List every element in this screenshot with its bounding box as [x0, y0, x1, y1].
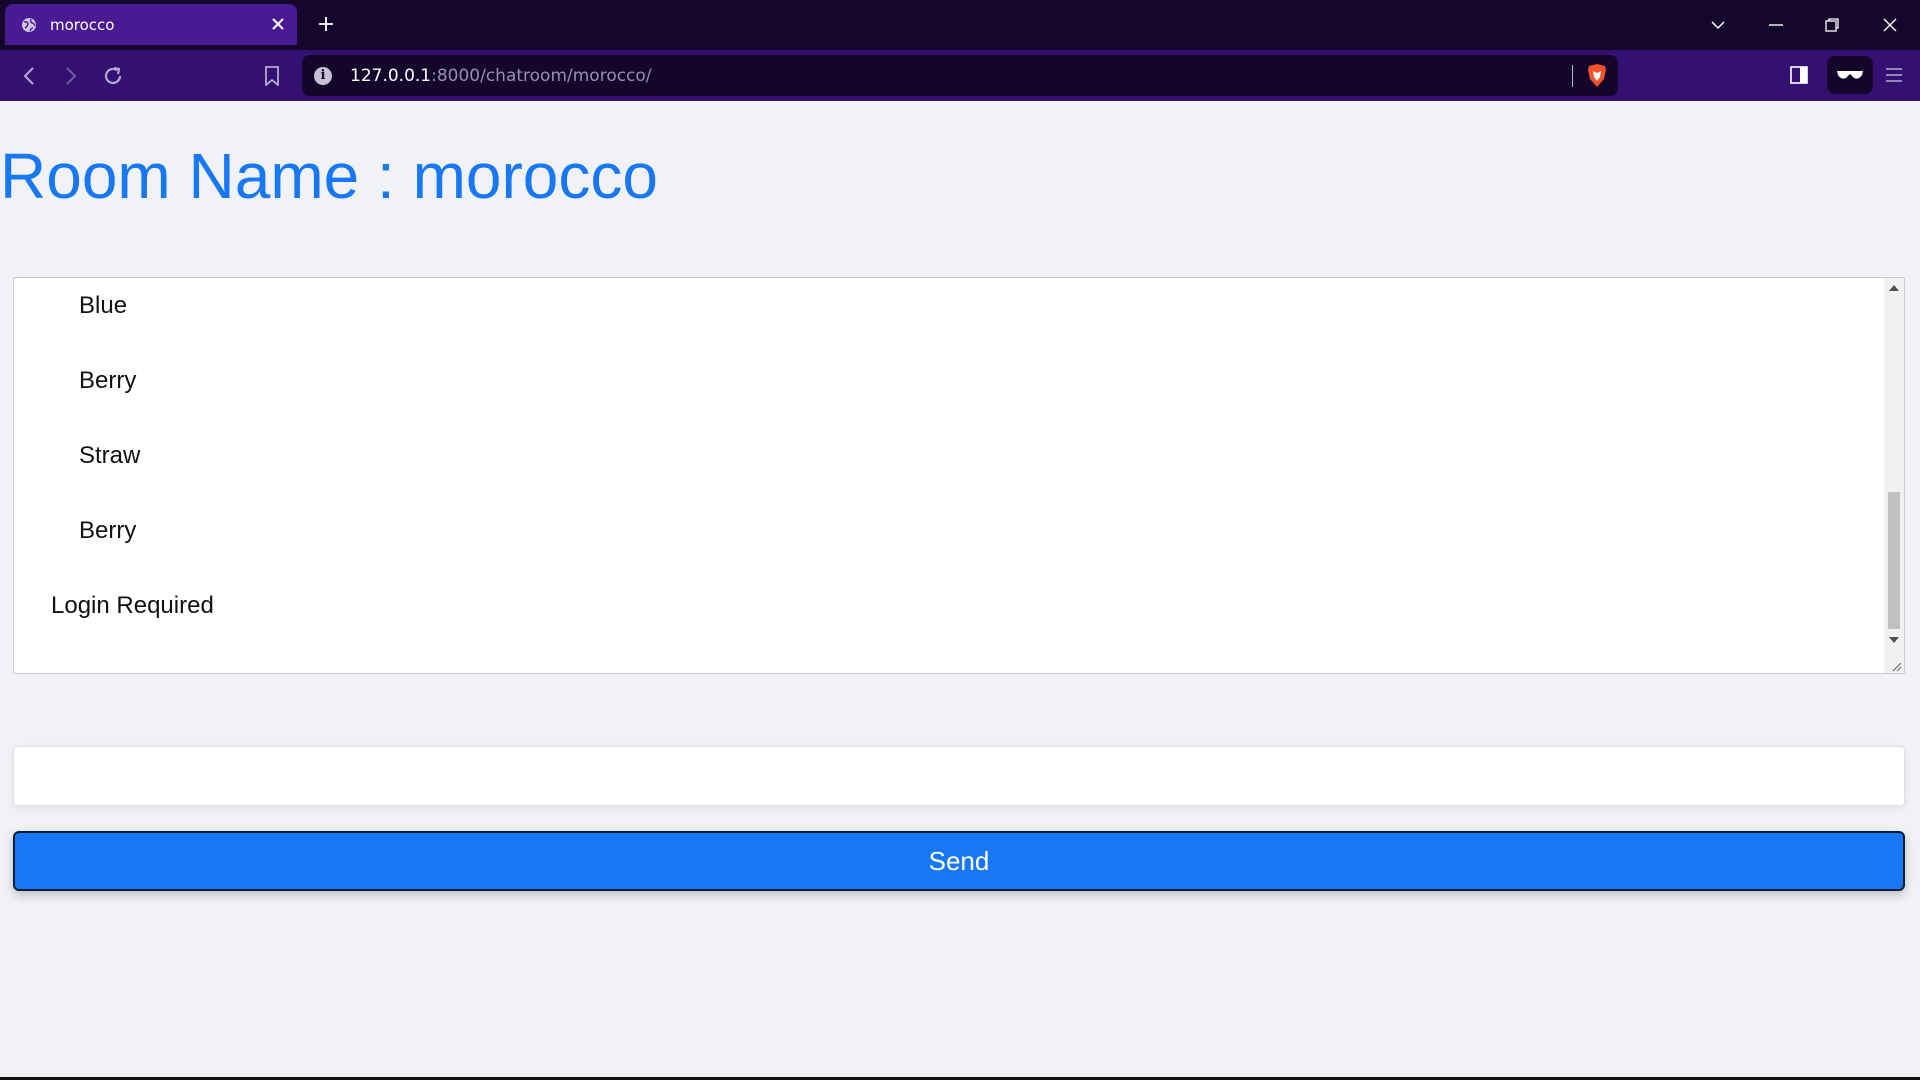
wallet-icon[interactable]	[1827, 56, 1873, 94]
tab-title: morocco	[50, 15, 115, 34]
url-divider	[1572, 65, 1573, 87]
browser-tab[interactable]: morocco	[5, 4, 297, 45]
tab-list-chevron-down-icon[interactable]	[1706, 13, 1730, 37]
url-path: :8000/chatroom/morocco/	[431, 66, 652, 86]
chevron-right-icon	[66, 67, 77, 85]
chat-message: Berry	[79, 517, 137, 544]
scrollbar-thumb[interactable]	[1888, 492, 1900, 629]
scroll-down-arrow-icon[interactable]	[1889, 637, 1899, 643]
bookmark-icon[interactable]	[259, 63, 285, 89]
reload-icon	[104, 66, 122, 85]
close-icon[interactable]	[269, 15, 287, 33]
browser-toolbar: i 127.0.0.1:8000/chatroom/morocco/	[0, 50, 1920, 101]
close-window-icon[interactable]	[1878, 13, 1902, 37]
resize-grip-icon[interactable]	[1890, 659, 1902, 672]
restore-icon[interactable]	[1820, 13, 1844, 37]
new-tab-button[interactable]	[314, 12, 338, 36]
info-icon[interactable]: i	[314, 67, 332, 85]
chat-message: Login Required	[51, 592, 214, 619]
chat-log-scrollbar[interactable]	[1884, 278, 1904, 673]
brave-shield-icon[interactable]	[1586, 63, 1608, 88]
minimize-icon[interactable]	[1764, 13, 1788, 37]
scroll-up-arrow-icon[interactable]	[1889, 285, 1899, 291]
sidebar-icon[interactable]	[1788, 62, 1810, 88]
back-button[interactable]	[16, 63, 42, 89]
reload-button[interactable]	[100, 63, 126, 89]
url-text[interactable]: 127.0.0.1:8000/chatroom/morocco/	[350, 66, 652, 86]
chevron-left-icon	[23, 67, 34, 85]
page-title: Room Name : morocco	[0, 140, 658, 212]
chat-message: Blue	[79, 292, 128, 319]
browser-tab-bar: morocco	[0, 0, 1920, 50]
globe-icon	[21, 17, 37, 33]
chat-room-page: Room Name : morocco Blue Berry Straw Ber…	[0, 101, 1920, 1080]
chat-log[interactable]: Blue Berry Straw Berry Login Required	[13, 277, 1905, 674]
chat-message: Berry	[79, 367, 137, 394]
chat-message: Straw	[79, 442, 141, 469]
url-host: 127.0.0.1	[350, 66, 432, 86]
hamburger-menu-icon[interactable]	[1883, 62, 1905, 88]
forward-button[interactable]	[58, 63, 84, 89]
address-bar[interactable]: i 127.0.0.1:8000/chatroom/morocco/	[302, 55, 1618, 96]
send-button[interactable]: Send	[13, 831, 1905, 891]
message-input[interactable]	[13, 746, 1905, 806]
